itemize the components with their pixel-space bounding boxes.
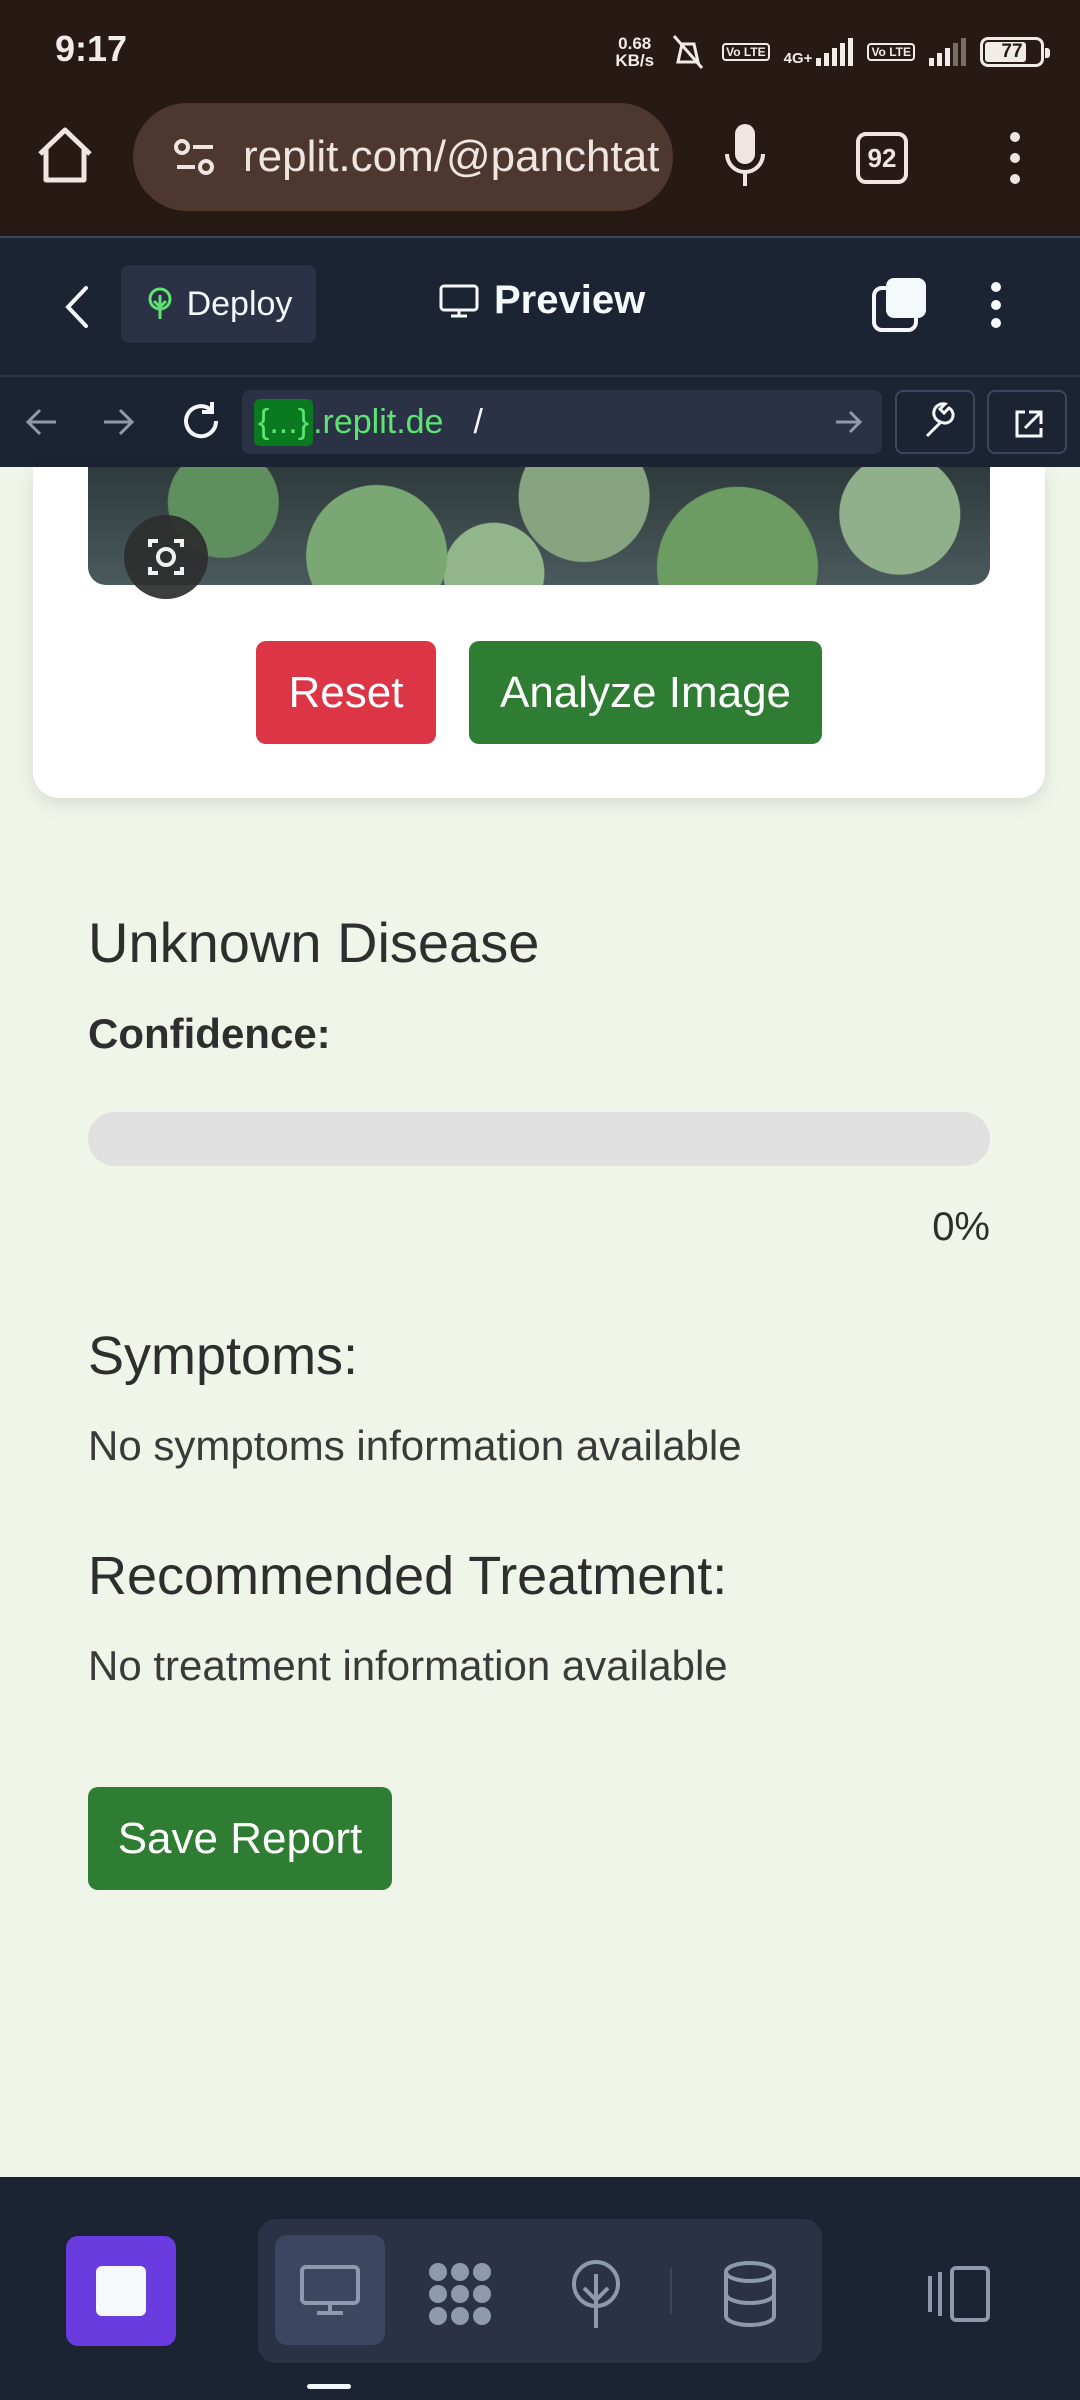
gesture-handle: [307, 2384, 351, 2389]
analyze-image-button[interactable]: Analyze Image: [469, 641, 822, 744]
tool-preview-button[interactable]: [275, 2235, 385, 2345]
extensions-icon[interactable]: [424, 2258, 496, 2330]
open-external-button[interactable]: [987, 390, 1067, 454]
url-text[interactable]: replit.com/@panchtat: [243, 132, 659, 182]
stop-button[interactable]: [66, 2236, 176, 2346]
reload-icon[interactable]: [176, 396, 226, 446]
leaf-image-preview: [88, 467, 990, 585]
disease-title: Unknown Disease: [88, 911, 540, 974]
back-chevron-icon[interactable]: [58, 282, 98, 332]
treatment-text: No treatment information available: [88, 1642, 728, 1689]
net-speed: 0.68 KB/s: [615, 34, 655, 70]
devtools-button[interactable]: [895, 390, 975, 454]
symptoms-heading: Symptoms:: [88, 1326, 359, 1386]
stop-icon: [96, 2266, 146, 2316]
treatment-heading: Recommended Treatment:: [88, 1546, 728, 1606]
preview-url-field[interactable]: {...} .replit.de /: [242, 390, 882, 454]
confidence-label: Confidence:: [88, 1010, 331, 1057]
go-arrow-icon[interactable]: [830, 404, 866, 440]
monitor-icon: [300, 2265, 360, 2315]
url-badge: {...}: [254, 398, 314, 446]
tool-divider: [670, 2268, 672, 2314]
url-path: /: [473, 402, 483, 441]
address-bar[interactable]: replit.com/@panchtat: [133, 103, 673, 211]
preview-tab[interactable]: Preview: [438, 278, 645, 323]
mic-icon[interactable]: [720, 120, 770, 194]
wrench-icon: [925, 402, 955, 438]
arrow-right-icon[interactable]: [96, 400, 140, 444]
replit-more-icon[interactable]: [987, 276, 1005, 334]
home-icon[interactable]: [30, 120, 100, 190]
panes-layout-icon[interactable]: [926, 2262, 992, 2326]
battery-icon: 77: [980, 37, 1050, 67]
signal-icon: [816, 38, 854, 66]
status-time: 9:17: [55, 28, 128, 69]
arrow-left-icon[interactable]: [20, 400, 64, 444]
monitor-icon: [439, 284, 479, 317]
confidence-value: 0%: [932, 1205, 990, 1249]
volte-badge: Vo LTE: [722, 43, 770, 61]
mute-vibrate-icon: [672, 35, 704, 69]
network-type: 4G+: [783, 50, 813, 67]
camera-capture-icon: [148, 539, 184, 575]
volte-badge-2: Vo LTE: [867, 43, 915, 61]
signal-icon-2: [929, 38, 966, 66]
screenshot-button[interactable]: [124, 515, 208, 599]
more-vert-icon[interactable]: [1000, 126, 1030, 190]
save-report-button[interactable]: Save Report: [88, 1787, 392, 1890]
status-icons: 0.68 KB/s Vo LTE 4G+ Vo LTE 77: [615, 30, 1050, 74]
panes-icon[interactable]: [870, 276, 928, 334]
confidence-progress-bar: [88, 1112, 990, 1166]
deploy-tree-icon: [148, 287, 172, 319]
url-host: .replit.de: [313, 402, 444, 441]
external-link-icon: [1015, 410, 1043, 438]
deploy-icon[interactable]: [566, 2258, 626, 2330]
database-icon[interactable]: [720, 2258, 780, 2330]
reset-button[interactable]: Reset: [256, 641, 436, 744]
tune-icon[interactable]: [173, 137, 217, 177]
symptoms-text: No symptoms information available: [88, 1422, 742, 1469]
deploy-button[interactable]: Deploy: [121, 265, 316, 343]
tab-switcher-button[interactable]: 92: [856, 132, 908, 184]
